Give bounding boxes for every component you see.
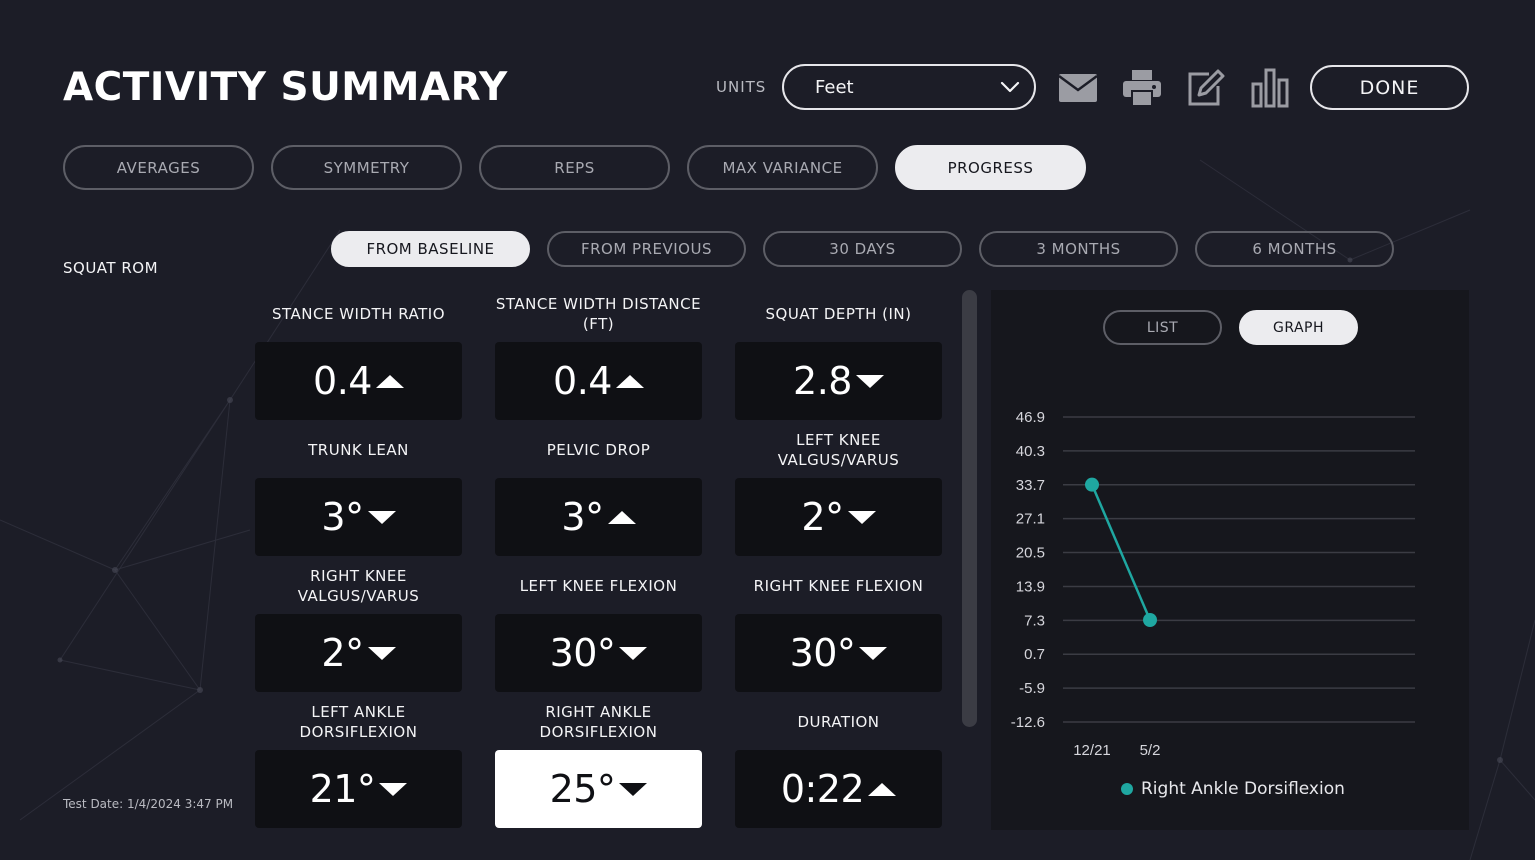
units-label: UNITS [716, 78, 767, 96]
printer-icon [1123, 70, 1161, 107]
metric-value: 0:22 [780, 767, 865, 811]
metric-value: 2° [801, 495, 844, 539]
metric-value: 21° [309, 767, 376, 811]
y-tick-label: 46.9 [1016, 409, 1045, 426]
metric-label-stance-width-distance-ft: STANCE WIDTH DISTANCE (FT) [495, 295, 702, 333]
tab-averages[interactable]: AVERAGES [63, 145, 254, 190]
metric-value: 3° [321, 495, 364, 539]
subtab-from-baseline[interactable]: FROM BASELINE [331, 231, 530, 267]
subtab-6-months[interactable]: 6 MONTHS [1195, 231, 1394, 267]
test-date: Test Date: 1/4/2024 3:47 PM [63, 797, 234, 811]
metric-card-stance-width-distance-ft[interactable]: 0.4 [495, 342, 702, 420]
metric-value: 30° [789, 631, 856, 675]
trend-down-icon [619, 782, 648, 796]
chevron-down-icon [1000, 81, 1020, 93]
subtab-from-previous[interactable]: FROM PREVIOUS [547, 231, 746, 267]
metric-card-right-knee-flexion[interactable]: 30° [735, 614, 942, 692]
metric-label-right-knee-valgus-varus: RIGHT KNEE VALGUS/VARUS [297, 567, 420, 605]
scrollbar[interactable] [962, 290, 977, 727]
tab-reps[interactable]: REPS [479, 145, 670, 190]
trend-down-icon [367, 510, 396, 524]
metric-value: 0.4 [313, 359, 372, 403]
metric-value: 2° [321, 631, 364, 675]
x-tick-label: 12/21 [1073, 742, 1111, 759]
metric-value: 3° [561, 495, 604, 539]
metric-card-stance-width-ratio[interactable]: 0.4 [255, 342, 462, 420]
y-tick-label: 20.5 [1016, 545, 1045, 562]
y-tick-label: -5.9 [1019, 680, 1045, 697]
page-title: ACTIVITY SUMMARY [63, 65, 508, 110]
legend-swatch [1121, 783, 1133, 795]
metric-value: 30° [549, 631, 616, 675]
metric-card-squat-depth-in[interactable]: 2.8 [735, 342, 942, 420]
data-point[interactable] [1085, 477, 1099, 492]
subtab-30-days[interactable]: 30 DAYS [763, 231, 962, 267]
y-tick-label: 40.3 [1016, 443, 1045, 460]
tab-symmetry[interactable]: SYMMETRY [271, 145, 462, 190]
reports-button[interactable] [1248, 66, 1292, 110]
metric-card-duration[interactable]: 0:22 [735, 750, 942, 828]
y-tick-label: -12.6 [1011, 714, 1045, 731]
metric-label-right-ankle-dorsiflexion: RIGHT ANKLE DORSIFLEXION [539, 703, 658, 741]
trend-down-icon [859, 646, 888, 660]
metric-label-right-knee-flexion: RIGHT KNEE FLEXION [753, 577, 924, 595]
y-tick-label: 13.9 [1016, 578, 1045, 595]
metric-card-right-ankle-dorsiflexion[interactable]: 25° [495, 750, 702, 828]
edit-button[interactable] [1183, 66, 1227, 110]
metric-value: 2.8 [793, 359, 852, 403]
y-tick-label: 27.1 [1016, 511, 1045, 528]
metric-label-squat-depth-in: SQUAT DEPTH (IN) [765, 305, 912, 323]
bar-chart-icon [1251, 68, 1289, 108]
progress-line-chart: 46.9 40.3 33.7 27.1 20.5 13.9 7.3 0.7 -5.9 -12.6 1… [1011, 409, 1415, 759]
print-button[interactable] [1120, 66, 1164, 110]
x-tick-label: 5/2 [1140, 742, 1161, 759]
metric-card-pelvic-drop[interactable]: 3° [495, 478, 702, 556]
metric-card-trunk-lean[interactable]: 3° [255, 478, 462, 556]
metric-value: 0.4 [553, 359, 612, 403]
metric-label-duration: DURATION [797, 713, 880, 731]
y-tick-label: 7.3 [1024, 612, 1045, 629]
trend-up-icon [868, 782, 897, 796]
trend-down-icon [379, 782, 408, 796]
metric-label-stance-width-ratio: STANCE WIDTH RATIO [271, 305, 446, 323]
email-button[interactable] [1056, 66, 1100, 110]
trend-down-icon [847, 510, 876, 524]
trend-down-icon [367, 646, 396, 660]
legend-label: Right Ankle Dorsiflexion [1141, 779, 1345, 799]
metric-label-pelvic-drop: PELVIC DROP [546, 441, 651, 459]
metric-card-left-knee-valgus-varus[interactable]: 2° [735, 478, 942, 556]
units-value: Feet [815, 76, 854, 98]
trend-down-icon [619, 646, 648, 660]
y-tick-label: 33.7 [1016, 477, 1045, 494]
done-button[interactable]: DONE [1310, 65, 1469, 110]
trend-up-icon [615, 374, 644, 388]
trend-up-icon [607, 510, 636, 524]
data-point[interactable] [1143, 612, 1157, 627]
metric-card-right-knee-valgus-varus[interactable]: 2° [255, 614, 462, 692]
tab-max-variance[interactable]: MAX VARIANCE [687, 145, 878, 190]
metric-label-left-knee-flexion: LEFT KNEE FLEXION [519, 577, 678, 595]
metric-value: 25° [549, 767, 616, 811]
metric-card-left-knee-flexion[interactable]: 30° [495, 614, 702, 692]
units-dropdown[interactable]: Feet [782, 64, 1036, 110]
y-tick-label: 0.7 [1024, 646, 1045, 663]
metric-label-left-ankle-dorsiflexion: LEFT ANKLE DORSIFLEXION [299, 703, 418, 741]
mail-icon [1058, 74, 1098, 102]
section-label: SQUAT ROM [63, 259, 159, 277]
metric-card-left-ankle-dorsiflexion[interactable]: 21° [255, 750, 462, 828]
trend-down-icon [855, 374, 884, 388]
subtab-3-months[interactable]: 3 MONTHS [979, 231, 1178, 267]
trend-up-icon [375, 374, 404, 388]
tab-progress[interactable]: PROGRESS [895, 145, 1086, 190]
edit-icon [1188, 69, 1225, 106]
metric-label-trunk-lean: TRUNK LEAN [308, 441, 409, 459]
chart-legend: Right Ankle Dorsiflexion [1121, 779, 1345, 799]
metric-label-left-knee-valgus-varus: LEFT KNEE VALGUS/VARUS [777, 431, 900, 469]
